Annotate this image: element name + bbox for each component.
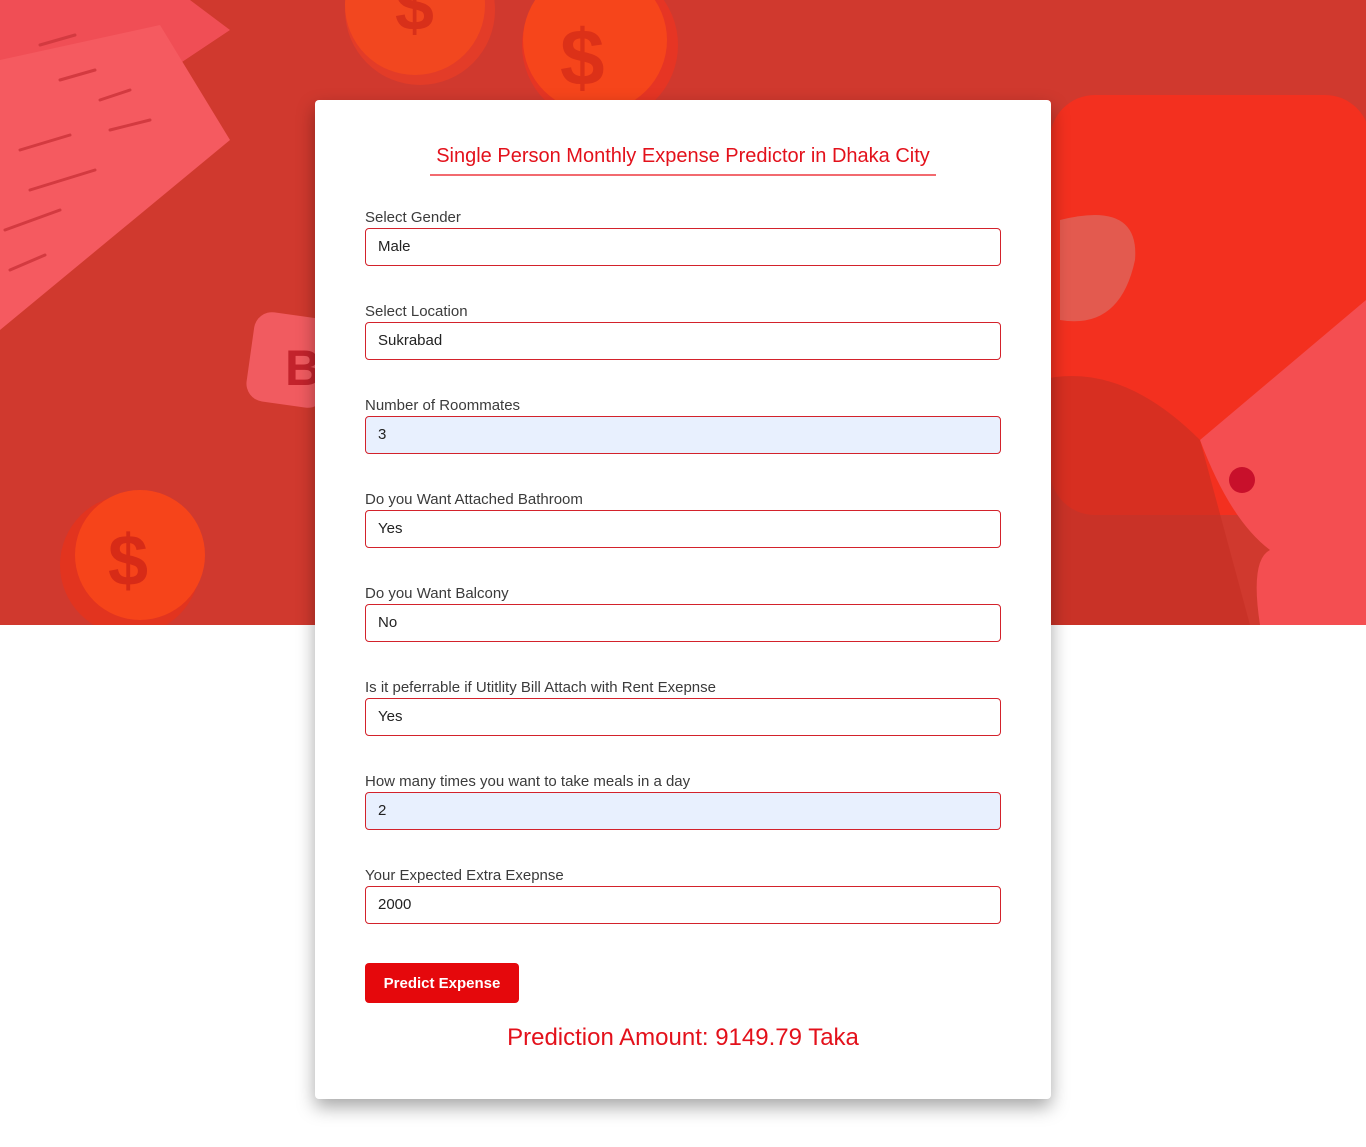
bathroom-label: Do you Want Attached Bathroom xyxy=(365,491,583,508)
gender-select[interactable]: Male xyxy=(365,228,1001,266)
utility-bill-field: Is it peferrable if Utitlity Bill Attach… xyxy=(365,678,1001,736)
location-select[interactable]: Sukrabad xyxy=(365,322,1001,360)
svg-text:$: $ xyxy=(395,0,434,45)
balcony-select[interactable]: No xyxy=(365,604,1001,642)
dollar-coin-icon: $ xyxy=(345,0,495,85)
bathroom-select[interactable]: Yes xyxy=(365,510,1001,548)
receipt-icon xyxy=(0,0,230,330)
svg-text:$: $ xyxy=(560,13,605,102)
roommates-field: Number of Roommates 3 xyxy=(365,396,1001,454)
meals-field: How many times you want to take meals in… xyxy=(365,772,1001,830)
meals-label: How many times you want to take meals in… xyxy=(365,773,691,790)
utility-bill-select[interactable]: Yes xyxy=(365,698,1001,736)
location-label: Select Location xyxy=(365,303,468,320)
page-title: Single Person Monthly Expense Predictor … xyxy=(430,142,936,176)
title-wrapper: Single Person Monthly Expense Predictor … xyxy=(315,142,1051,176)
balcony-field: Do you Want Balcony No xyxy=(365,584,1001,642)
utility-bill-label: Is it peferrable if Utitlity Bill Attach… xyxy=(365,679,716,696)
gender-label: Select Gender xyxy=(365,209,461,226)
predict-expense-button[interactable]: Predict Expense xyxy=(365,963,519,1003)
balcony-label: Do you Want Balcony xyxy=(365,585,509,602)
prediction-result: Prediction Amount: 9149.79 Taka xyxy=(507,1024,859,1051)
roommates-label: Number of Roommates xyxy=(365,397,521,414)
meals-input[interactable]: 2 xyxy=(365,792,1001,830)
location-field: Select Location Sukrabad xyxy=(365,302,1001,360)
roommates-input[interactable]: 3 xyxy=(365,416,1001,454)
dollar-coin-icon: $ xyxy=(60,490,205,625)
gender-field: Select Gender Male xyxy=(365,208,1001,266)
extra-expense-input[interactable]: 2000 xyxy=(365,886,1001,924)
bathroom-field: Do you Want Attached Bathroom Yes xyxy=(365,490,1001,548)
svg-text:$: $ xyxy=(108,521,148,601)
predictor-form-card: Single Person Monthly Expense Predictor … xyxy=(315,100,1051,1099)
extra-expense-field: Your Expected Extra Exepnse 2000 xyxy=(365,866,1001,924)
extra-expense-label: Your Expected Extra Exepnse xyxy=(365,867,564,884)
hand-icon xyxy=(1040,95,1366,625)
